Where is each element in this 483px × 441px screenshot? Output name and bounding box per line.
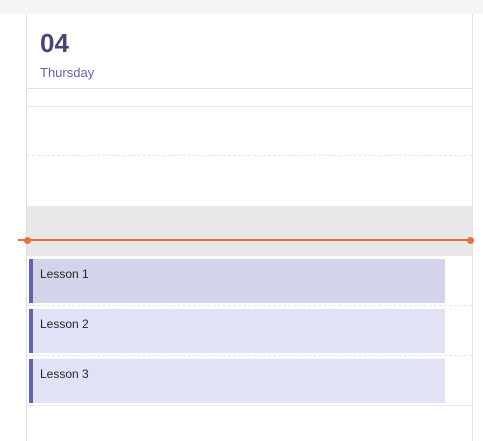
event-title: Lesson 3 <box>40 367 89 381</box>
current-time-dot-end <box>467 236 474 244</box>
day-name: Thursday <box>40 65 95 80</box>
day-number: 04 <box>40 28 69 58</box>
event-lesson-3[interactable]: Lesson 3 <box>29 359 445 403</box>
current-time-tick <box>18 239 22 241</box>
hour-gridline <box>27 405 472 406</box>
event-title: Lesson 1 <box>40 267 89 281</box>
current-time-indicator <box>18 236 474 244</box>
half-hour-gridline <box>27 155 472 156</box>
event-title: Lesson 2 <box>40 317 89 331</box>
half-hour-gridline <box>27 355 472 356</box>
calendar-top-strip <box>0 0 483 14</box>
hour-gridline <box>27 106 472 107</box>
day-header[interactable]: 04 Thursday <box>27 14 472 89</box>
half-hour-gridline <box>27 305 472 306</box>
event-lesson-1[interactable]: Lesson 1 <box>29 259 445 303</box>
event-lesson-2[interactable]: Lesson 2 <box>29 309 445 353</box>
current-time-dot <box>24 236 31 244</box>
busy-time-block[interactable] <box>27 206 472 256</box>
day-column[interactable]: 04 Thursday Lesson 1 Lesson 2 Lesson 3 <box>26 14 473 441</box>
